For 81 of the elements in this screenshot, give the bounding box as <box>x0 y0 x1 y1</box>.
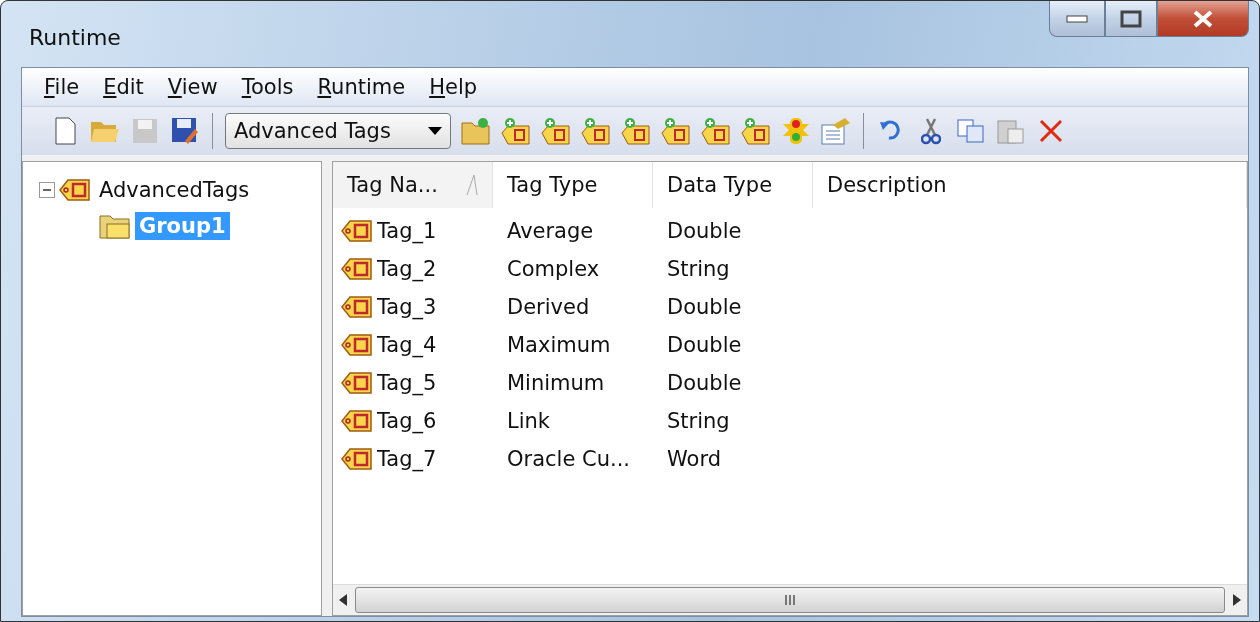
toolbar-button[interactable] <box>541 116 571 146</box>
table-cell: Derived <box>507 295 590 319</box>
table-cell: Word <box>667 447 721 471</box>
table-cell: Link <box>507 409 550 433</box>
table-cell: Double <box>667 371 742 395</box>
table-cell: Double <box>667 333 742 357</box>
folder-add-icon <box>461 117 491 145</box>
properties-icon <box>821 117 851 145</box>
table-cell: Complex <box>507 257 600 281</box>
add-tag-icon <box>701 117 731 145</box>
scroll-left-icon <box>339 594 347 606</box>
table-cell: Tag_1 <box>377 219 437 243</box>
add-tag-icon <box>501 117 531 145</box>
tag-icon <box>341 332 373 358</box>
toolbar-button[interactable] <box>501 116 531 146</box>
table-cell: Double <box>667 295 742 319</box>
maximize-button[interactable] <box>1105 1 1157 37</box>
table-cell: Tag_6 <box>377 409 437 433</box>
table-cell: Minimum <box>507 371 605 395</box>
scroll-right-icon <box>1233 594 1241 606</box>
maximize-icon <box>1120 9 1142 28</box>
tag-icon <box>59 177 91 203</box>
minimize-icon <box>1066 14 1088 23</box>
sort-indicator-icon <box>466 174 478 196</box>
add-tag-icon <box>621 117 651 145</box>
toolbar-button[interactable] <box>621 116 651 146</box>
menu-item[interactable]: Edit <box>91 75 156 99</box>
tag-icon <box>341 446 373 472</box>
tag-icon <box>341 218 373 244</box>
close-button[interactable] <box>1157 1 1249 37</box>
table-cell: Tag_2 <box>377 257 437 281</box>
toolbar-button[interactable] <box>781 116 811 146</box>
add-tag-icon <box>541 117 571 145</box>
table-cell: Maximum <box>507 333 611 357</box>
tag-icon <box>341 256 373 282</box>
folder-icon <box>99 212 131 240</box>
undo-icon <box>879 120 903 142</box>
table-cell: Tag_5 <box>377 371 437 395</box>
add-tag-icon <box>741 117 771 145</box>
add-tag-icon <box>661 117 691 145</box>
table-cell: Tag_4 <box>377 333 437 357</box>
collapse-toggle[interactable] <box>39 182 55 198</box>
save-as-icon <box>171 117 199 145</box>
table-cell: Oracle Cu... <box>507 447 630 471</box>
dropdown-arrow-icon <box>428 127 442 135</box>
window-title: Runtime <box>28 24 121 50</box>
table-cell: Double <box>667 219 742 243</box>
toolbar-button[interactable] <box>741 116 771 146</box>
new-file-icon <box>54 117 76 145</box>
close-icon <box>1192 9 1214 28</box>
tag-icon <box>341 370 373 396</box>
table-cell: String <box>667 257 730 281</box>
add-tag-icon <box>581 117 611 145</box>
toolbar-button[interactable] <box>170 116 200 146</box>
tag-icon <box>341 408 373 434</box>
close-icon <box>1039 119 1063 143</box>
tag-icon <box>341 294 373 320</box>
save-icon <box>132 118 158 144</box>
minus-icon <box>43 186 51 194</box>
clipboard-icon <box>997 118 1025 144</box>
table-cell: Tag_7 <box>377 447 437 471</box>
table-cell: Average <box>507 219 594 243</box>
toolbar-button[interactable] <box>701 116 731 146</box>
scissors-icon <box>921 117 941 145</box>
grip-icon <box>784 595 796 605</box>
table-cell: String <box>667 409 730 433</box>
tag-category-dropdown[interactable]: Advanced Tags <box>225 113 451 149</box>
scrollbar-thumb[interactable] <box>355 587 1225 613</box>
menu-item[interactable]: Tools <box>229 75 306 99</box>
minimize-button[interactable] <box>1049 1 1105 37</box>
toolbar-button[interactable] <box>581 116 611 146</box>
traffic-light-icon <box>781 116 811 146</box>
tree-item[interactable]: AdvancedTags <box>95 176 254 204</box>
column-header[interactable]: Tag Na... <box>333 162 493 208</box>
toolbar-button[interactable] <box>661 116 691 146</box>
menu-item[interactable]: Help <box>417 75 490 99</box>
table-cell: Tag_3 <box>377 295 437 319</box>
menu-item[interactable]: Runtime <box>305 75 418 99</box>
copy-icon <box>957 119 985 143</box>
menu-item[interactable]: View <box>155 75 230 99</box>
menu-item[interactable]: File <box>32 75 92 99</box>
